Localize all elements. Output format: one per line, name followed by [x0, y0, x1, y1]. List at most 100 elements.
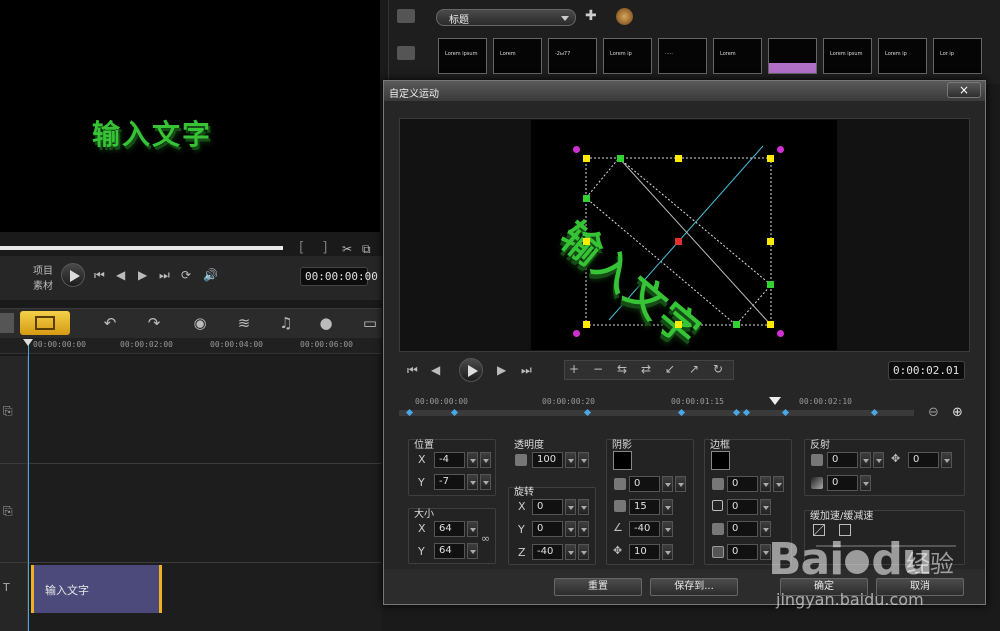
opacity-stepper[interactable] [565, 452, 576, 468]
reflection-opacity-stepper[interactable] [860, 452, 871, 468]
swap-keyframes-icon[interactable]: ⇄ [641, 362, 651, 376]
track-header-overlay[interactable]: ⎘ [0, 464, 28, 562]
rotation-y-menu[interactable] [578, 521, 589, 537]
mode-clip[interactable]: 素材 [33, 277, 53, 292]
shadow-distance-input[interactable]: 10 [629, 544, 660, 560]
transform-handle[interactable] [617, 155, 624, 162]
position-y-stepper[interactable] [467, 474, 478, 490]
media-library-icon[interactable] [397, 9, 415, 23]
mark-out-icon[interactable]: ] [322, 240, 327, 256]
reset-keyframe-icon[interactable]: ↻ [713, 362, 723, 376]
keyframe-marker[interactable] [732, 408, 740, 417]
motion-track-icon[interactable]: ● [316, 313, 336, 333]
zoom-in-icon[interactable]: ⊕ [952, 405, 963, 420]
track-header-title[interactable]: T [0, 563, 28, 631]
shadow-blur-input[interactable]: 15 [629, 499, 660, 515]
go-end-icon[interactable]: ⏭ [159, 268, 170, 283]
rotation-x-input[interactable]: 0 [532, 499, 563, 515]
size-x-input[interactable]: 64 [434, 521, 465, 537]
keyframe-marker[interactable] [678, 408, 686, 417]
shadow-color-swatch[interactable] [613, 451, 632, 470]
previous-frame-icon[interactable]: ◀ [116, 268, 125, 282]
transform-handle[interactable] [767, 281, 774, 288]
title-preset-thumbnail[interactable]: Lorem ip [878, 38, 927, 74]
rotation-x-stepper[interactable] [565, 499, 576, 515]
rotation-y-stepper[interactable] [565, 521, 576, 537]
border-opacity-stepper[interactable] [760, 476, 771, 492]
keyframe-playhead[interactable] [769, 397, 782, 405]
position-y-input[interactable]: -7 [434, 474, 465, 490]
reflection-opacity-menu[interactable] [873, 452, 884, 468]
border-blur-input[interactable]: 0 [727, 521, 758, 537]
shadow-opacity-input[interactable]: 0 [629, 476, 660, 492]
transform-handle[interactable] [767, 321, 774, 328]
border-thickness-stepper[interactable] [760, 499, 771, 515]
undo-icon[interactable]: ↶ [100, 313, 120, 333]
transform-handle[interactable] [675, 238, 682, 245]
shadow-opacity-menu[interactable] [675, 476, 686, 492]
transform-handle[interactable] [733, 321, 740, 328]
dialog-timecode[interactable]: 0:00:02.01 [888, 361, 965, 380]
move-left-icon[interactable]: ↙ [665, 362, 675, 376]
dialog-close-button[interactable]: × [947, 82, 981, 98]
border-thickness-input[interactable]: 0 [727, 499, 758, 515]
size-y-input[interactable]: 64 [434, 543, 465, 559]
add-favorite-icon[interactable]: ✚ [585, 8, 597, 24]
rotation-z-menu[interactable] [578, 544, 589, 560]
track-header-video[interactable]: ⎘ [0, 356, 28, 463]
keyframe-marker[interactable] [450, 408, 458, 417]
dialog-titlebar[interactable]: 自定义运动 × [384, 81, 985, 101]
previous-frame-icon[interactable]: ◀ [431, 363, 440, 377]
link-ratio-icon[interactable]: ∞ [481, 532, 490, 545]
border-color-swatch[interactable] [711, 451, 730, 470]
reverse-keyframes-icon[interactable]: ⇆ [617, 362, 627, 376]
title-preset-thumbnail[interactable]: Lorem [713, 38, 762, 74]
transform-handle[interactable] [767, 238, 774, 245]
keyframe-marker[interactable] [405, 408, 414, 417]
timeline-ruler[interactable]: 00:00:00:00 00:00:02:00 00:00:04:00 00:0… [0, 338, 382, 354]
split-clip-icon[interactable]: ✂ [342, 242, 352, 256]
border-opacity-menu[interactable] [773, 476, 784, 492]
timeline-view-button[interactable] [20, 311, 70, 335]
sound-mixer-icon[interactable]: ≋ [234, 313, 254, 333]
title-preset-thumbnail[interactable]: Lorem [493, 38, 542, 74]
title-library-icon[interactable] [397, 46, 415, 60]
position-x-menu[interactable] [480, 452, 491, 468]
next-frame-icon[interactable]: ▶ [497, 363, 506, 377]
transform-handle[interactable] [777, 330, 784, 337]
transform-handle[interactable] [767, 155, 774, 162]
reflection-opacity-input[interactable]: 0 [827, 452, 858, 468]
go-start-icon[interactable]: ⏮ [94, 268, 105, 283]
shadow-angle-stepper[interactable] [662, 521, 673, 537]
preview-timecode[interactable]: 00:00:00:00 [300, 267, 378, 286]
rotation-z-stepper[interactable] [565, 544, 576, 560]
mark-in-icon[interactable]: [ [299, 240, 304, 256]
transform-handle[interactable] [675, 321, 682, 328]
size-y-stepper[interactable] [467, 543, 478, 559]
border-value3-input[interactable]: 0 [727, 544, 758, 560]
transform-handle[interactable] [583, 155, 590, 162]
rotation-y-input[interactable]: 0 [532, 521, 563, 537]
auto-music-icon[interactable]: ♫ [276, 313, 296, 333]
gallery-options-icon[interactable] [616, 8, 633, 25]
title-clip[interactable]: 输入文字 [31, 565, 162, 613]
next-frame-icon[interactable]: ▶ [138, 268, 147, 282]
dialog-play-button[interactable] [459, 358, 483, 382]
play-button[interactable] [61, 263, 85, 287]
library-category-select[interactable]: 标题 [436, 9, 576, 26]
title-preset-thumbnail[interactable]: Lor ip [933, 38, 982, 74]
border-opacity-input[interactable]: 0 [727, 476, 758, 492]
shadow-distance-stepper[interactable] [662, 544, 673, 560]
transform-handle[interactable] [573, 146, 580, 153]
transform-handle[interactable] [583, 238, 590, 245]
title-preset-thumbnail[interactable]: ····· [658, 38, 707, 74]
shadow-angle-input[interactable]: -40 [629, 521, 660, 537]
go-start-icon[interactable]: ⏮ [407, 363, 418, 378]
reflection-distance-stepper[interactable] [941, 452, 952, 468]
transform-handle[interactable] [573, 330, 580, 337]
title-preset-thumbnail[interactable]: Lorem ip [603, 38, 652, 74]
shadow-blur-stepper[interactable] [662, 499, 673, 515]
keyframe-marker[interactable] [584, 408, 592, 417]
reflection-gradient-input[interactable]: 0 [827, 475, 858, 491]
transform-handle[interactable] [583, 321, 590, 328]
